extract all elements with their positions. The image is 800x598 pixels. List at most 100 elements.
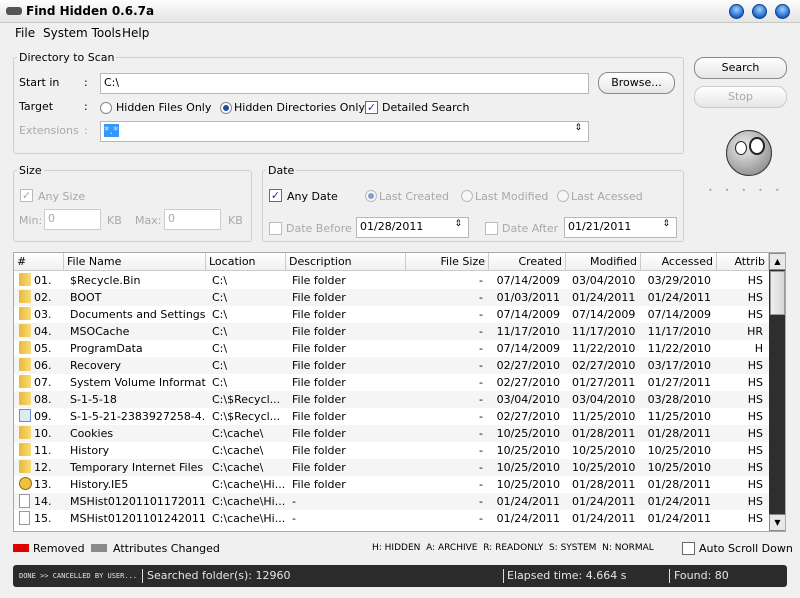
scroll-down-icon[interactable]: ▼	[769, 514, 785, 531]
last-modified-label: Last Modified	[475, 190, 549, 203]
table-row[interactable]: 15. MSHist01201101242011... C:\cache\Hi...…	[14, 510, 769, 527]
table-cell: -	[479, 291, 483, 304]
table-row[interactable]: 07. System Volume Informat... C:\ File fold…	[14, 374, 769, 391]
recycle-bin-icon	[19, 409, 31, 422]
column-header[interactable]: File Name	[64, 253, 206, 271]
table-cell: -	[479, 495, 483, 508]
table-cell: 11/22/2010	[572, 342, 636, 355]
table-cell: 02/27/2010	[496, 410, 560, 423]
table-row[interactable]: 13. History.IE5 C:\cache\Hi... File folder -…	[14, 476, 769, 493]
stop-button[interactable]: Stop	[694, 86, 787, 108]
table-row[interactable]: 02. BOOT C:\ File folder -01/03/2011 01/24/20…	[14, 289, 769, 306]
table-cell: 14.	[34, 495, 52, 508]
table-cell: S-1-5-18	[70, 393, 117, 406]
table-cell: 01/24/2011	[496, 512, 560, 525]
extensions-select[interactable]: *.* ⇕	[100, 121, 589, 142]
any-size-checkbox[interactable]: ✓	[20, 189, 33, 202]
table-cell: MSHist01201101172011...	[70, 495, 206, 508]
table-cell: 10/25/2010	[647, 444, 711, 457]
maximize-button[interactable]	[752, 4, 767, 19]
column-header[interactable]: Attrib	[717, 253, 769, 271]
last-created-radio[interactable]	[365, 190, 377, 202]
vertical-scrollbar[interactable]: ▲ ▼	[769, 253, 785, 531]
file-icon	[19, 511, 30, 525]
search-button[interactable]: Search	[694, 57, 787, 79]
table-cell: 10/25/2010	[496, 478, 560, 491]
table-row[interactable]: 01. $Recycle.Bin C:\ File folder -07/14/2009…	[14, 272, 769, 289]
table-cell: H	[754, 342, 763, 355]
menu-help[interactable]: Help	[122, 26, 149, 40]
scroll-up-icon[interactable]: ▲	[769, 253, 785, 270]
table-cell: -	[479, 274, 483, 287]
any-date-checkbox[interactable]: ✓	[269, 189, 282, 202]
folder-icon	[19, 392, 31, 405]
table-cell: HS	[747, 495, 763, 508]
auto-scroll-checkbox[interactable]	[682, 542, 695, 555]
max-size-input[interactable]: 0	[164, 209, 221, 230]
date-after-input[interactable]: 01/21/2011 ⇕	[564, 217, 677, 238]
scroll-thumb[interactable]	[770, 271, 785, 315]
close-button[interactable]	[775, 4, 790, 19]
start-in-input[interactable]: C:\	[100, 73, 589, 94]
browse-button[interactable]: Browse...	[598, 72, 675, 94]
minimize-button[interactable]	[729, 4, 744, 19]
table-cell: 01/24/2011	[647, 512, 711, 525]
table-cell: 02/27/2010	[572, 359, 636, 372]
column-header[interactable]: Created	[489, 253, 566, 271]
kb-label: KB	[228, 214, 243, 227]
table-cell: 01/27/2011	[647, 376, 711, 389]
table-cell: 10/25/2010	[572, 461, 636, 474]
table-cell: 07/14/2009	[496, 342, 560, 355]
column-header[interactable]: Location	[206, 253, 286, 271]
table-row[interactable]: 03. Documents and Settings C:\ File folder -…	[14, 306, 769, 323]
date-before-input[interactable]: 01/28/2011 ⇕	[356, 217, 469, 238]
hidden-files-label: Hidden Files Only	[116, 101, 212, 114]
table-cell: Documents and Settings	[70, 308, 206, 321]
title-bar: Find Hidden 0.6.7a	[0, 0, 800, 23]
hidden-files-radio[interactable]	[100, 102, 112, 114]
size-group	[13, 170, 252, 242]
table-row[interactable]: 14. MSHist01201101172011... C:\cache\Hi...…	[14, 493, 769, 510]
table-cell: 10.	[34, 427, 52, 440]
table-row[interactable]: 10. Cookies C:\cache\ File folder -10/25/201…	[14, 425, 769, 442]
table-cell: -	[479, 359, 483, 372]
any-size-label: Any Size	[38, 190, 86, 203]
table-row[interactable]: 09. S-1-5-21-2383927258-4... C:\$Recycl...…	[14, 408, 769, 425]
last-accessed-radio[interactable]	[557, 190, 569, 202]
size-group-title: Size	[17, 164, 44, 177]
table-cell: -	[479, 376, 483, 389]
column-header[interactable]: Description	[286, 253, 406, 271]
table-row[interactable]: 11. History C:\cache\ File folder -10/25/201…	[14, 442, 769, 459]
min-size-input[interactable]: 0	[44, 209, 101, 230]
menu-system-tools[interactable]: System Tools	[43, 26, 121, 40]
table-cell: -	[292, 512, 296, 525]
table-row[interactable]: 12. Temporary Internet Files C:\cache\ File…	[14, 459, 769, 476]
date-before-checkbox[interactable]	[269, 222, 282, 235]
column-header[interactable]: Accessed	[641, 253, 717, 271]
last-modified-radio[interactable]	[461, 190, 473, 202]
table-cell: 04.	[34, 325, 52, 338]
table-cell: C:\cache\	[212, 461, 264, 474]
table-cell: 01/28/2011	[647, 478, 711, 491]
menu-file[interactable]: File	[15, 26, 35, 40]
date-after-checkbox[interactable]	[485, 222, 498, 235]
table-row[interactable]: 06. Recovery C:\ File folder -02/27/2010 02/2…	[14, 357, 769, 374]
column-header[interactable]: File Size	[406, 253, 489, 271]
removed-legend: Removed	[33, 542, 85, 555]
column-header[interactable]: #	[14, 253, 64, 271]
table-cell: 03/04/2010	[572, 274, 636, 287]
table-row[interactable]: 05. ProgramData C:\ File folder -07/14/2009 1…	[14, 340, 769, 357]
table-cell: C:\	[212, 342, 228, 355]
table-cell: 03/17/2010	[647, 359, 711, 372]
spin-icon[interactable]: ⇕	[662, 219, 670, 229]
table-cell: -	[479, 444, 483, 457]
found-count: Found: 80	[674, 569, 729, 582]
detailed-search-checkbox[interactable]: ✓	[365, 101, 378, 114]
table-cell: -	[479, 308, 483, 321]
table-row[interactable]: 08. S-1-5-18 C:\$Recycl... File folder -03/0…	[14, 391, 769, 408]
spin-icon[interactable]: ⇕	[454, 219, 462, 229]
table-row[interactable]: 04. MSOCache C:\ File folder -11/17/2010 11/1…	[14, 323, 769, 340]
table-cell: HS	[747, 359, 763, 372]
hidden-dirs-radio[interactable]	[220, 102, 232, 114]
column-header[interactable]: Modified	[566, 253, 641, 271]
